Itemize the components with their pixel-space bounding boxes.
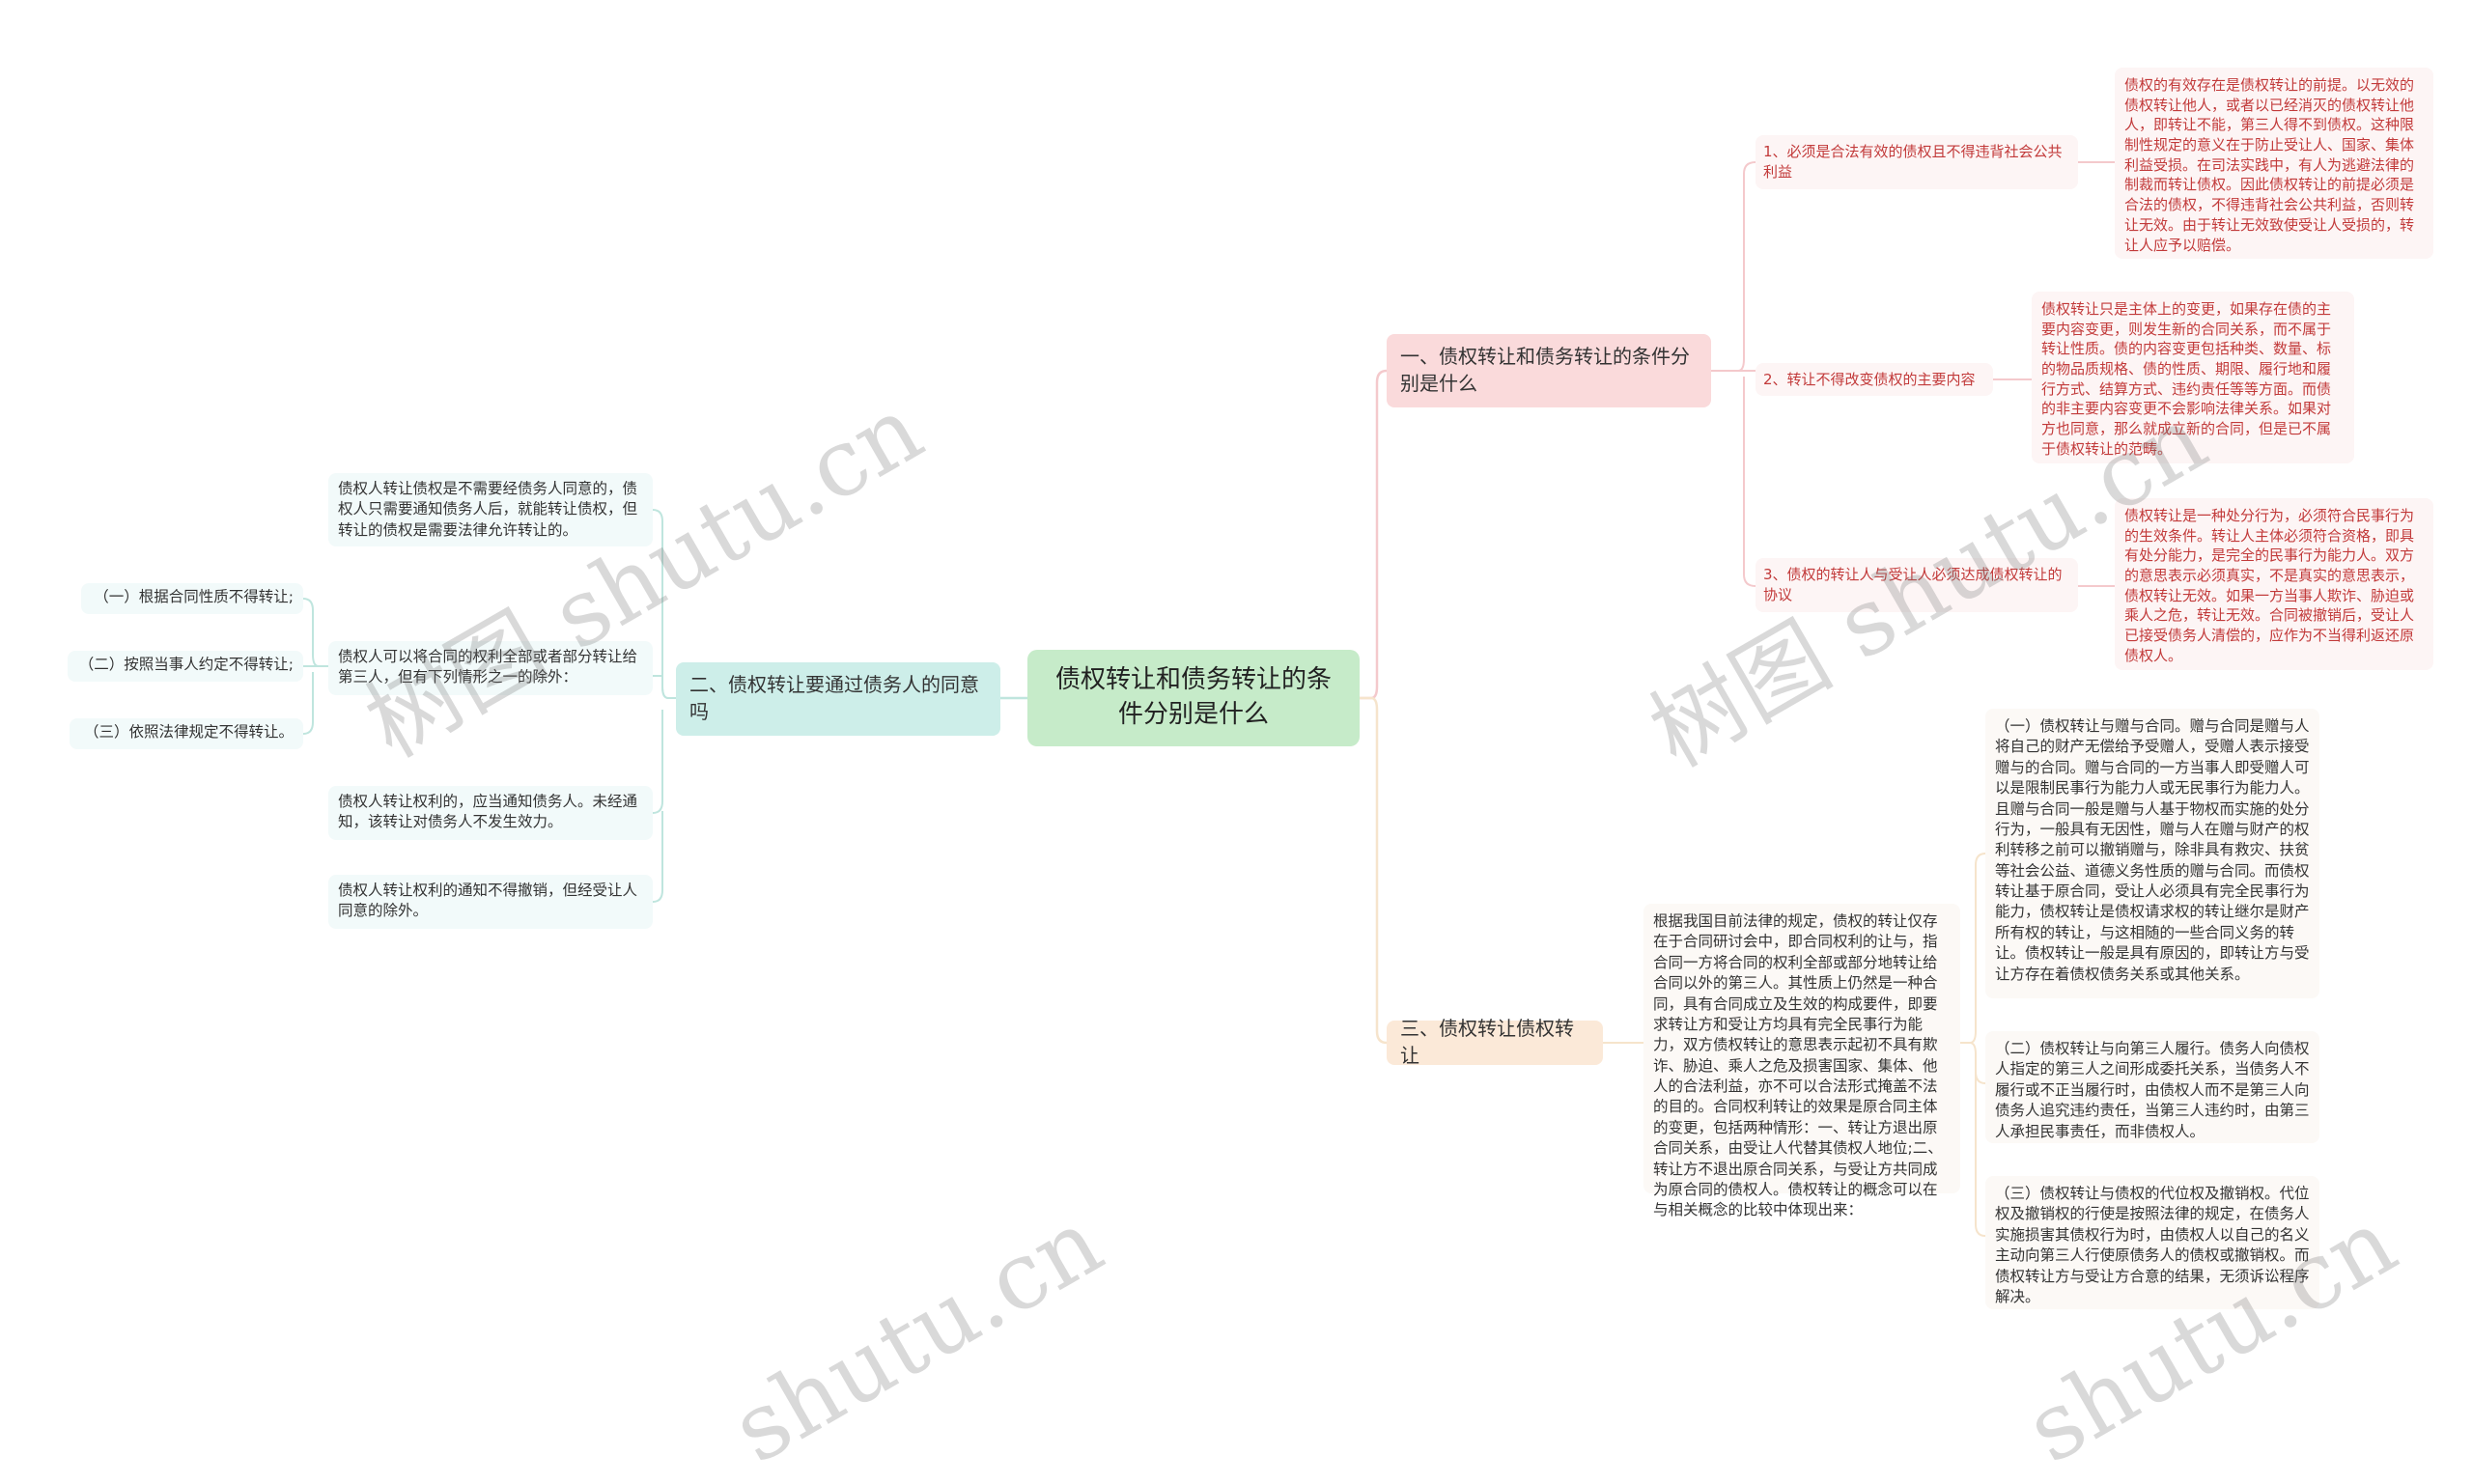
root-topic[interactable]: 债权转让和债务转让的条件分别是什么: [1027, 650, 1360, 746]
condition-detail-3-text: 债权转让是一种处分行为，必须符合民事行为的生效条件。转让人主体必须符合资格，即具…: [2124, 507, 2415, 664]
link-b2-l4: [652, 811, 663, 903]
exception-item-3[interactable]: （三）依照法律规定不得转让。: [70, 718, 303, 749]
condition-item-2[interactable]: 2、转让不得改变债权的主要内容: [1756, 363, 1993, 396]
comparison-subrogation[interactable]: （三）债权转让与债权的代位权及撤销权。代位权及撤销权的行使是按照法律的规定，在债…: [1985, 1176, 2319, 1309]
comparison-third-party[interactable]: （二）债权转让与向第三人履行。债务人向债权人指定的第三人之间形成委托关系，当债务…: [1985, 1031, 2319, 1143]
consent-leaf-4[interactable]: 债权人转让权利的通知不得撤销，但经受让人同意的除外。: [328, 875, 653, 929]
link-l2-s3: [302, 672, 314, 735]
link-root-b1: [1360, 369, 1388, 700]
branch-conditions-title: 一、债权转让和债务转让的条件分别是什么: [1400, 345, 1690, 395]
link-l2-s1: [302, 598, 328, 667]
consent-leaf-2[interactable]: 债权人可以将合同的权利全部或者部分转让给第三人，但有下列情形之一的除外：: [328, 641, 653, 695]
link-b1-c3: [1743, 377, 1756, 587]
mindmap-canvas: 债权转让和债务转让的条件分别是什么 一、债权转让和债务转让的条件分别是什么 1、…: [0, 0, 2472, 1484]
consent-leaf-3[interactable]: 债权人转让权利的，应当通知债务人。未经通知，该转让对债务人不发生效力。: [328, 786, 653, 840]
comparison-subrogation-text: （三）债权转让与债权的代位权及撤销权。代位权及撤销权的行使是按照法律的规定，在债…: [1995, 1185, 2310, 1305]
exception-item-3-text: （三）依照法律规定不得转让。: [83, 723, 294, 741]
exception-item-1[interactable]: （一）根据合同性质不得转让;: [81, 583, 303, 614]
condition-item-3[interactable]: 3、债权的转让人与受让人必须达成债权转让的协议: [1756, 558, 2078, 612]
assignment-intro-text: 根据我国目前法律的规定，债权的转让仅存在于合同研讨会中，即合同权利的让与，指合同…: [1653, 912, 1943, 1219]
condition-detail-1[interactable]: 债权的有效存在是债权转让的前提。以无效的债权转让他人，或者以已经消灭的债权转让他…: [2115, 68, 2433, 259]
exception-item-1-text: （一）根据合同性质不得转让;: [94, 588, 294, 605]
comparison-gift-contract-text: （一）债权转让与赠与合同。赠与合同是赠与人将自己的财产无偿给予受赠人，受赠人表示…: [1995, 717, 2310, 983]
link-intro-k1: [1960, 853, 1986, 1044]
condition-item-1-label: 1、必须是合法有效的债权且不得违背社会公共利益: [1763, 143, 2063, 181]
condition-detail-2-text: 债权转让只是主体上的变更，如果存在债的主要内容变更，则发生新的合同关系，而不属于…: [2041, 300, 2332, 458]
branch-conditions[interactable]: 一、债权转让和债务转让的条件分别是什么: [1387, 334, 1711, 407]
branch-debtor-consent-title: 二、债权转让要通过债务人的同意吗: [689, 673, 979, 723]
link-b2-l3: [652, 710, 663, 814]
root-topic-text: 债权转让和债务转让的条件分别是什么: [1054, 665, 1332, 729]
link-root-b3: [1360, 696, 1388, 1045]
link-b1-c1: [1711, 161, 1756, 372]
link-intro-k2: [1960, 1042, 1986, 1084]
comparison-gift-contract[interactable]: （一）债权转让与赠与合同。赠与合同是赠与人将自己的财产无偿给予受赠人，受赠人表示…: [1985, 709, 2319, 998]
condition-detail-2[interactable]: 债权转让只是主体上的变更，如果存在债的主要内容变更，则发生新的合同关系，而不属于…: [2032, 292, 2354, 463]
branch-debtor-consent[interactable]: 二、债权转让要通过债务人的同意吗: [676, 662, 1000, 736]
condition-item-1[interactable]: 1、必须是合法有效的债权且不得违背社会公共利益: [1756, 135, 2078, 189]
exception-item-2-text: （二）按照当事人约定不得转让;: [78, 656, 294, 673]
consent-leaf-3-text: 债权人转让权利的，应当通知债务人。未经通知，该转让对债务人不发生效力。: [338, 793, 638, 831]
assignment-intro[interactable]: 根据我国目前法律的规定，债权的转让仅存在于合同研讨会中，即合同权利的让与，指合同…: [1643, 904, 1960, 1218]
branch-assignment-title: 三、债权转让债权转让: [1400, 1017, 1574, 1067]
condition-item-2-label: 2、转让不得改变债权的主要内容: [1763, 370, 1976, 388]
condition-detail-1-text: 债权的有效存在是债权转让的前提。以无效的债权转让他人，或者以已经消灭的债权转让他…: [2124, 76, 2415, 254]
consent-leaf-1[interactable]: 债权人转让债权是不需要经债务人同意的，债权人只需要通知债务人后，就能转让债权，但…: [328, 473, 653, 546]
consent-leaf-4-text: 债权人转让权利的通知不得撤销，但经受让人同意的除外。: [338, 882, 638, 920]
condition-item-3-label: 3、债权的转让人与受让人必须达成债权转让的协议: [1763, 566, 2063, 603]
link-b2-l1: [652, 509, 676, 699]
consent-leaf-2-text: 债权人可以将合同的权利全部或者部分转让给第三人，但有下列情形之一的除外：: [338, 648, 638, 686]
consent-leaf-1-text: 债权人转让债权是不需要经债务人同意的，债权人只需要通知债务人后，就能转让债权，但…: [338, 480, 638, 539]
comparison-third-party-text: （二）债权转让与向第三人履行。债务人向债权人指定的第三人之间形成委托关系，当债务…: [1995, 1040, 2310, 1140]
link-b2-l2: [653, 675, 676, 699]
condition-detail-3[interactable]: 债权转让是一种处分行为，必须符合民事行为的生效条件。转让人主体必须符合资格，即具…: [2115, 498, 2433, 670]
branch-assignment[interactable]: 三、债权转让债权转让: [1387, 1017, 1603, 1067]
exception-item-2[interactable]: （二）按照当事人约定不得转让;: [68, 651, 303, 682]
link-intro-k3: [1975, 1072, 1986, 1237]
